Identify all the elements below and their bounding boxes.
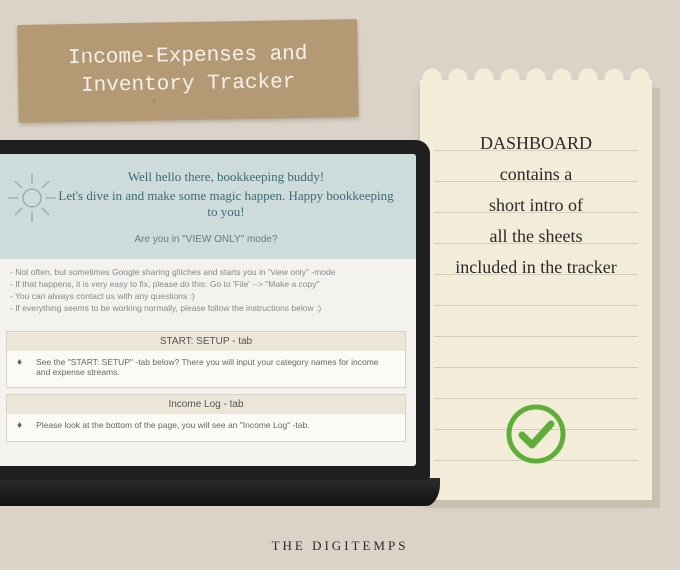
- notepad-line: contains a: [438, 159, 634, 190]
- title-card: Income-Expenses and Inventory Tracker: [17, 19, 359, 123]
- notepad-line: included in the tracker: [438, 252, 634, 283]
- hero-banner: Well hello there, bookkeeping buddy! Let…: [0, 154, 416, 259]
- laptop-bezel: Well hello there, bookkeeping buddy! Let…: [0, 140, 430, 480]
- bullet-icon: ♦: [17, 357, 22, 368]
- section-title: START: SETUP - tab: [7, 332, 405, 351]
- notepad-line: all the sheets: [438, 221, 634, 252]
- notepad-text: DASHBOARD contains a short intro of all …: [438, 128, 634, 283]
- title-line-1: Income-Expenses and: [68, 43, 308, 70]
- section-setup: START: SETUP - tab ♦ See the "START: SET…: [6, 331, 406, 388]
- notepad-line: short intro of: [438, 190, 634, 221]
- notes-block: - Not often, but sometimes Google sharin…: [0, 259, 416, 325]
- greeting-1: Well hello there, bookkeeping buddy!: [52, 169, 400, 185]
- note-line: - Not often, but sometimes Google sharin…: [10, 267, 402, 279]
- laptop: Well hello there, bookkeeping buddy! Let…: [0, 140, 430, 530]
- section-body-text: Please look at the bottom of the page, y…: [36, 420, 309, 430]
- section-income-log: Income Log - tab ♦ Please look at the bo…: [6, 394, 406, 442]
- checkmark-icon: [504, 402, 568, 466]
- view-only-question: Are you in "VIEW ONLY" mode?: [12, 234, 400, 245]
- section-body-text: See the "START: SETUP" -tab below? There…: [36, 357, 395, 377]
- laptop-base: [0, 478, 440, 506]
- bullet-icon: ♦: [17, 420, 22, 431]
- sun-icon: [6, 172, 58, 224]
- notepad-line: DASHBOARD: [438, 128, 634, 159]
- notepad: DASHBOARD contains a short intro of all …: [420, 80, 652, 500]
- brand-footer: THE DIGITEMPS: [0, 538, 680, 554]
- note-line: - You can always contact us with any que…: [10, 291, 402, 303]
- note-line: - If everything seems to be working norm…: [10, 303, 402, 315]
- note-line: - If that happens, it is very easy to fi…: [10, 279, 402, 291]
- title-line-2: Inventory Tracker: [81, 71, 296, 98]
- greeting-2: Let's dive in and make some magic happen…: [52, 188, 400, 220]
- section-title: Income Log - tab: [7, 395, 405, 414]
- laptop-screen: Well hello there, bookkeeping buddy! Let…: [0, 154, 416, 466]
